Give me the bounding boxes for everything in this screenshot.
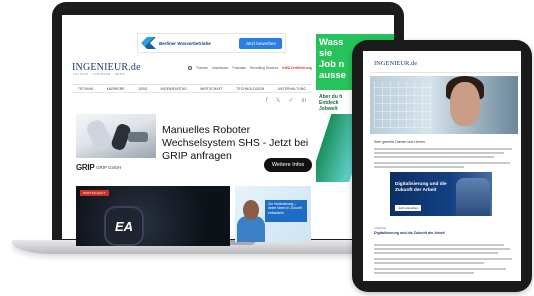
hero-person-face <box>450 82 480 126</box>
webinar-banner[interactable]: Digitalisierung und die Zukunft der Arbe… <box>390 172 492 216</box>
nav-item-jobs[interactable]: JOBS <box>138 87 147 91</box>
util-link-podcasts[interactable]: Podcasts <box>232 66 246 70</box>
article-card-person[interactable]: Zur Veränderung – deine Ideen in Zukunft… <box>235 186 311 242</box>
util-link-themen[interactable]: Themen <box>196 66 208 70</box>
webinar-banner-title: Digitalisierung und die Zukunft der Arbe… <box>395 182 447 193</box>
robot-arm-image[interactable] <box>76 114 156 158</box>
text-line <box>374 258 512 260</box>
facebook-icon[interactable]: f <box>266 97 268 105</box>
top-banner-ad[interactable]: Berliner Wasserbetriebe Jetzt bewerben <box>137 33 286 53</box>
nav-item-ingenieurtag[interactable]: INGENIEURTAG <box>160 87 186 91</box>
util-link-recruiting[interactable]: Recruiting Services <box>250 66 278 70</box>
social-share-bar: f 𝕏 ✓ in <box>266 97 306 105</box>
site-tagline: TECHNIK · KARRIERE · NEWS <box>73 73 126 76</box>
text-line <box>374 156 494 158</box>
hero-grid-pattern <box>374 82 434 128</box>
linkedin-icon[interactable]: in <box>302 97 307 105</box>
newsletter-logo[interactable]: INGENIEUR.de <box>374 60 417 67</box>
text-line <box>374 148 512 150</box>
util-link-highlight[interactable]: KWA Zertifizierung <box>282 66 311 70</box>
divider <box>370 72 518 73</box>
search-icon[interactable] <box>188 66 192 70</box>
text-line <box>374 268 506 270</box>
text-line <box>374 152 504 154</box>
article-card-ea[interactable]: WIRTSCHAFT EA <box>76 186 230 246</box>
nav-item-karriere[interactable]: KARRIERE <box>107 87 125 91</box>
text-line <box>374 248 510 250</box>
util-link-impressum[interactable]: Impressum <box>212 66 228 70</box>
grip-logo: GRIP <box>76 163 95 172</box>
ad-brand: Berliner Wasserbetriebe <box>159 40 211 46</box>
newsletter-hero-image[interactable] <box>370 76 518 134</box>
company-name: GRIP GmbH <box>96 165 122 170</box>
text-line <box>374 162 510 164</box>
x-twitter-icon[interactable]: 𝕏 <box>276 97 281 105</box>
more-info-button[interactable]: Weitere Infos <box>264 158 312 172</box>
nav-item-technik[interactable]: TECHNIK <box>78 87 93 91</box>
banner-people-image <box>456 178 490 216</box>
nav-item-technologien[interactable]: TECHNOLOGIEN <box>236 87 264 91</box>
wasserbetriebe-logo-icon <box>141 37 156 49</box>
text-line <box>374 244 504 246</box>
section-label: ANZEIGE <box>374 226 387 230</box>
main-nav: TECHNIK KARRIERE JOBS INGENIEURTAG WIRTS… <box>72 84 312 93</box>
text-line <box>374 252 498 254</box>
text-line <box>374 166 464 168</box>
text-line <box>374 262 484 264</box>
newsletter-salutation: Sehr geehrte Damen und Herren, <box>374 140 426 144</box>
robot-arm-part <box>84 117 114 153</box>
ea-logo: EA <box>106 208 142 244</box>
category-tag: WIRTSCHAFT <box>80 190 109 196</box>
person-head <box>243 200 259 220</box>
utility-links: Themen Impressum Podcasts Recruiting Ser… <box>188 66 312 70</box>
nav-item-wirtschaft[interactable]: WIRTSCHAFT <box>200 87 223 91</box>
article-headline[interactable]: Digitalisierung und die Zukunft der Arbe… <box>374 231 484 236</box>
nav-item-unterhaltung[interactable]: UNTERHALTUNG <box>278 87 306 91</box>
sky-ad-headline: Wass sie Job n ausse <box>319 37 346 81</box>
robot-gripper <box>128 132 148 142</box>
webinar-register-button[interactable]: Jetzt anmelden <box>395 205 422 211</box>
apply-now-button[interactable]: Jetzt bewerben <box>239 37 282 49</box>
text-line <box>374 272 474 274</box>
person-card-text: Zur Veränderung – deine Ideen in Zukunft… <box>265 200 307 222</box>
site-logo[interactable]: INGENIEUR.de <box>72 62 141 73</box>
xing-icon[interactable]: ✓ <box>289 97 294 105</box>
